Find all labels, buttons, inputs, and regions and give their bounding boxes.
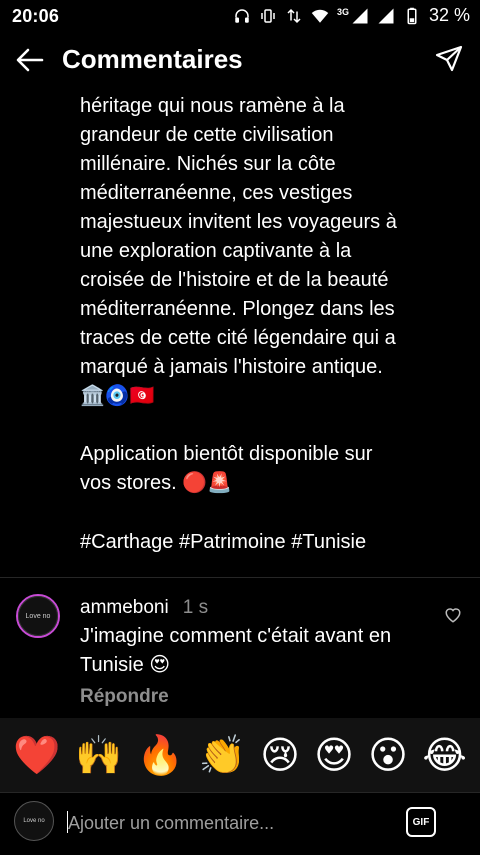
status-time: 20:06 [12,6,60,26]
comment-time: 1 s [182,597,209,618]
post-caption: héritage qui nous ramène à la grandeur d… [80,95,397,494]
emoji-reaction-bar: ❤️ 🙌 🔥 👏 😢 😍 😮 😂 [0,718,480,792]
emoji-laughing[interactable]: 😂 [422,735,466,775]
emoji-fire[interactable]: 🔥 [137,735,184,775]
text-caret [67,811,68,833]
status-bar: 20:06 3G 32 % [0,0,480,32]
paper-plane-icon[interactable] [434,44,464,74]
signal-icon [378,8,394,23]
battery-percent: 32 % [428,5,470,25]
header: Commentaires [0,32,480,88]
divider [0,577,480,578]
comment-username[interactable]: ammeboni [80,597,169,618]
heart-outline-icon[interactable] [444,606,462,624]
wifi-icon [311,9,329,23]
headphones-icon [235,8,249,23]
data-arrows-icon [287,8,301,23]
gif-button[interactable]: GIF [406,807,436,837]
vibrate-icon [261,8,275,23]
comment-input-bar: Love no GIF [0,792,480,855]
comment-text: J'imagine comment c'était avant en Tunis… [80,625,392,676]
avatar[interactable]: Love no [16,594,60,638]
emoji-heart-eyes[interactable]: 😍 [314,735,354,775]
emoji-clapping[interactable]: 👏 [198,735,245,775]
battery-icon [407,7,417,24]
reply-button[interactable]: Répondre [80,686,169,708]
emoji-surprised[interactable]: 😮 [368,735,408,775]
comment-input[interactable] [66,809,380,837]
emoji-heart[interactable]: ❤️ [13,735,60,775]
emoji-crying[interactable]: 😢 [260,735,300,775]
page-title: Commentaires [62,44,243,74]
comment-header: ammeboni 1 s [80,597,208,619]
arrow-left-icon[interactable] [14,44,46,76]
status-icons: 3G 32 % [233,5,470,26]
avatar: Love no [14,801,54,841]
signal-icon [352,8,368,23]
network-type: 3G [336,6,349,17]
emoji-raising-hands[interactable]: 🙌 [75,735,122,775]
post-hashtags[interactable]: #Carthage #Patrimoine #Tunisie [80,528,366,557]
avatar-image: Love no [18,596,58,636]
